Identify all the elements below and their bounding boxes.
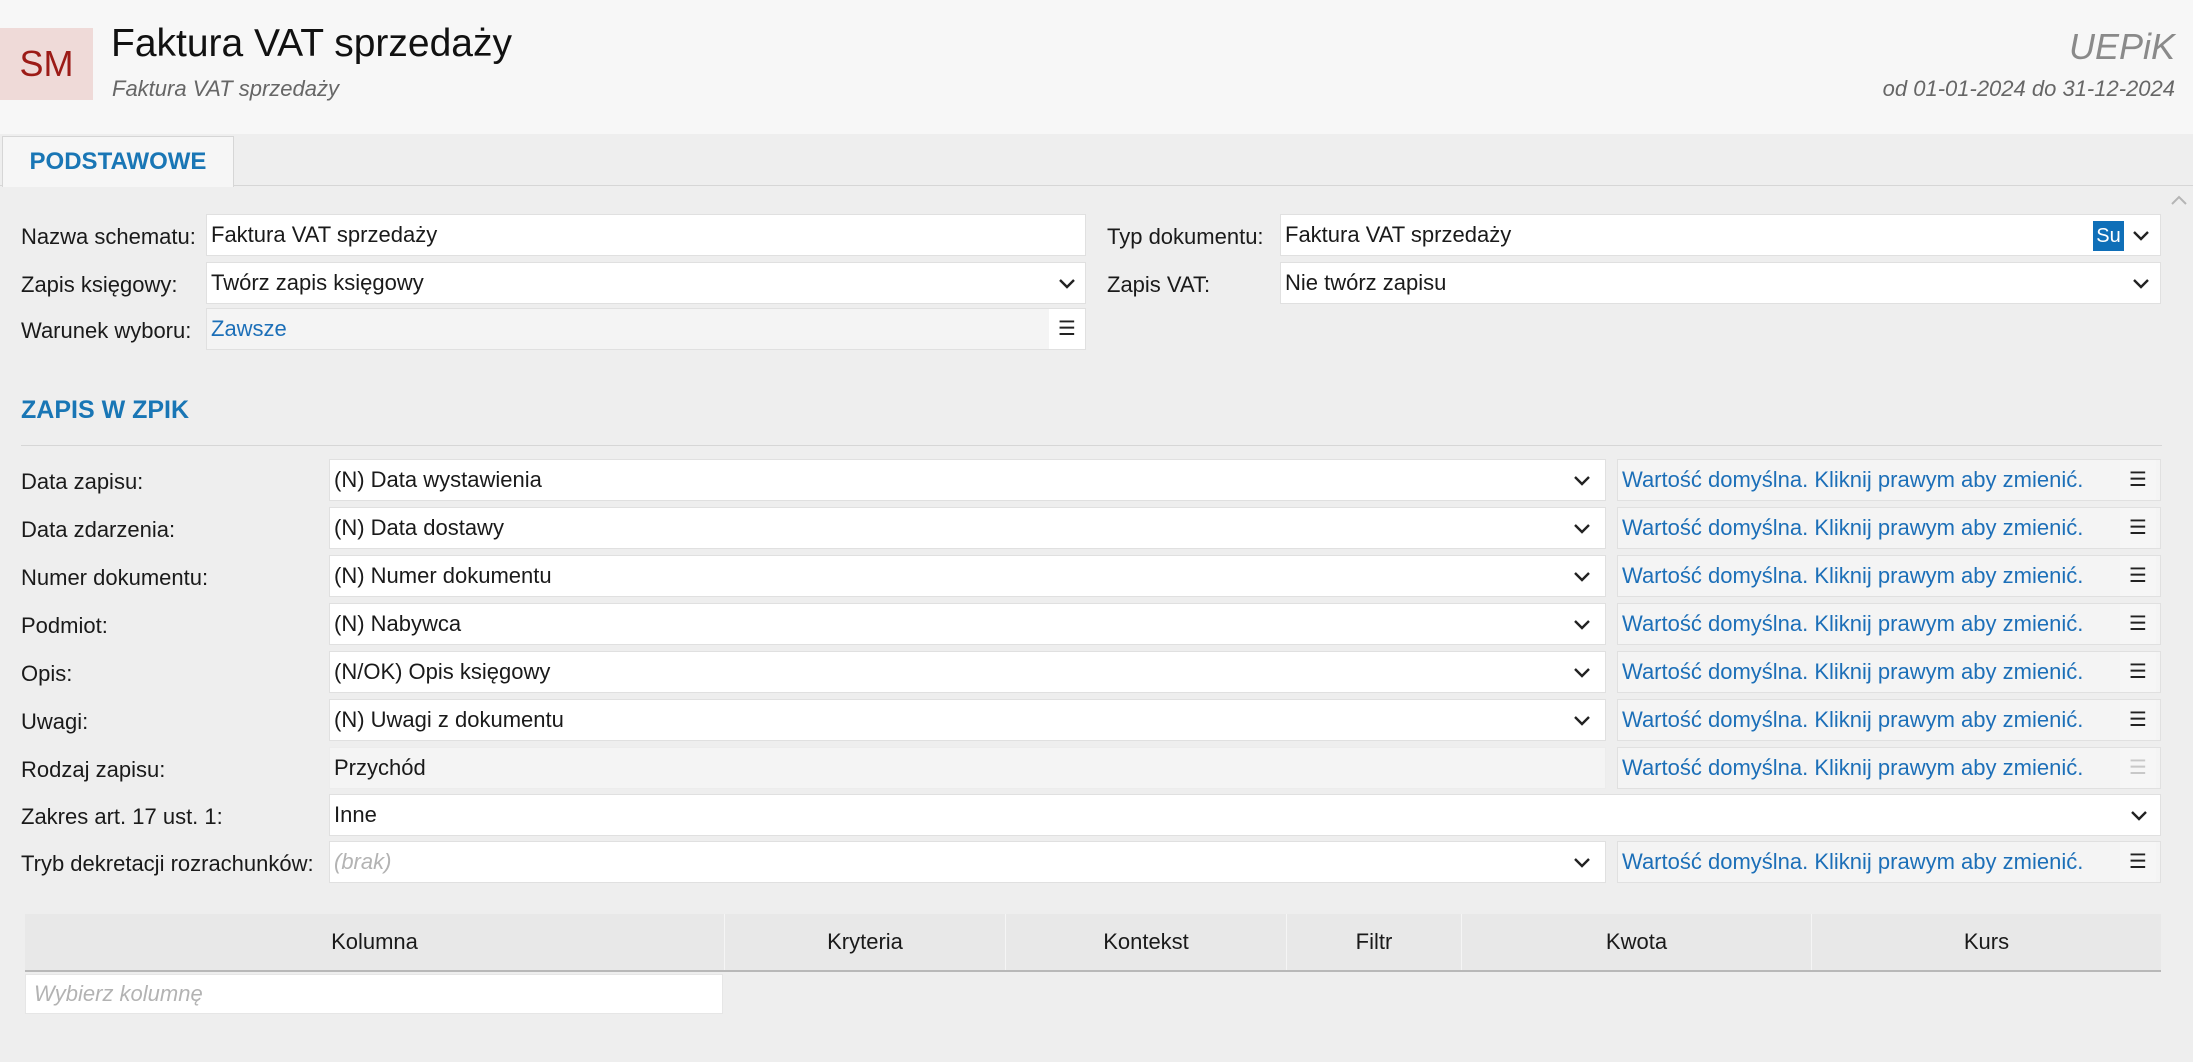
row-value: (N) Nabywca bbox=[334, 611, 462, 636]
row-value: (N) Numer dokumentu bbox=[334, 563, 552, 588]
menu-icon[interactable]: ☰ bbox=[2120, 556, 2156, 596]
hint-text[interactable]: Wartość domyślna. Kliknij prawym aby zmi… bbox=[1622, 611, 2083, 636]
select-column-input[interactable]: Wybierz kolumnę bbox=[25, 974, 723, 1014]
menu-icon[interactable]: ☰ bbox=[2120, 460, 2156, 500]
column-header-kryteria[interactable]: Kryteria bbox=[725, 914, 1006, 970]
section-title: ZAPIS W ZPIK bbox=[21, 396, 190, 424]
warunek-wyboru-field[interactable]: Zawsze ☰ bbox=[206, 308, 1086, 350]
row-value: (N) Data dostawy bbox=[334, 515, 504, 540]
row-label: Data zapisu: bbox=[21, 469, 144, 494]
tab-podstawowe[interactable]: PODSTAWOWE bbox=[2, 136, 234, 187]
warunek-wyboru-value[interactable]: Zawsze bbox=[211, 316, 287, 341]
default-value-hint[interactable]: Wartość domyślna. Kliknij prawym aby zmi… bbox=[1617, 555, 2161, 597]
nazwa-schematu-value: Faktura VAT sprzedaży bbox=[211, 222, 438, 247]
data-zapisu-select[interactable]: (N) Data wystawienia bbox=[329, 459, 1606, 501]
row-label: Opis: bbox=[21, 661, 73, 686]
chevron-down-icon[interactable] bbox=[2125, 795, 2153, 835]
default-value-hint[interactable]: Wartość domyślna. Kliknij prawym aby zmi… bbox=[1617, 841, 2161, 883]
hint-text[interactable]: Wartość domyślna. Kliknij prawym aby zmi… bbox=[1622, 563, 2083, 588]
row-label: Podmiot: bbox=[21, 613, 108, 638]
typ-dokumentu-select[interactable]: Faktura VAT sprzedaży Su bbox=[1280, 214, 2161, 256]
menu-icon[interactable]: ☰ bbox=[2120, 652, 2156, 692]
menu-icon[interactable]: ☰ bbox=[2120, 508, 2156, 548]
chevron-down-icon[interactable] bbox=[1568, 556, 1596, 596]
tab-bar: PODSTAWOWE bbox=[0, 134, 2193, 187]
data-zdarzenia-select[interactable]: (N) Data dostawy bbox=[329, 507, 1606, 549]
su-button[interactable]: Su bbox=[2093, 221, 2124, 251]
column-header-kwota[interactable]: Kwota bbox=[1462, 914, 1812, 970]
hint-text[interactable]: Wartość domyślna. Kliknij prawym aby zmi… bbox=[1622, 515, 2083, 540]
nazwa-schematu-label: Nazwa schematu: bbox=[21, 224, 196, 249]
tryb-dekretacji-select[interactable]: (brak) bbox=[329, 841, 1606, 883]
zakres-art17-select[interactable]: Inne bbox=[329, 794, 2161, 836]
row-value: (N/OK) Opis księgowy bbox=[334, 659, 551, 684]
scroll-up-icon[interactable] bbox=[2169, 192, 2189, 208]
menu-icon[interactable]: ☰ bbox=[1049, 309, 1085, 349]
zapis-vat-select[interactable]: Nie twórz zapisu bbox=[1280, 262, 2161, 304]
page-title: Faktura VAT sprzedaży bbox=[111, 22, 512, 65]
typ-dokumentu-label: Typ dokumentu: bbox=[1107, 224, 1264, 249]
zapis-ksiegowy-value: Twórz zapis księgowy bbox=[211, 270, 424, 295]
default-value-hint[interactable]: Wartość domyślna. Kliknij prawym aby zmi… bbox=[1617, 459, 2161, 501]
chevron-down-icon[interactable] bbox=[1568, 604, 1596, 644]
row-label: Zakres art. 17 ust. 1: bbox=[21, 804, 223, 829]
chevron-down-icon[interactable] bbox=[2127, 263, 2155, 303]
chevron-down-icon[interactable] bbox=[1568, 652, 1596, 692]
row-label: Data zdarzenia: bbox=[21, 517, 176, 542]
table-header: Kolumna Kryteria Kontekst Filtr Kwota Ku… bbox=[25, 914, 2161, 972]
column-header-kontekst[interactable]: Kontekst bbox=[1006, 914, 1287, 970]
typ-dokumentu-value: Faktura VAT sprzedaży bbox=[1285, 222, 1512, 247]
column-header-kurs[interactable]: Kurs bbox=[1812, 914, 2161, 970]
zapis-ksiegowy-label: Zapis księgowy: bbox=[21, 272, 178, 297]
row-value: Inne bbox=[334, 802, 377, 827]
section-divider bbox=[21, 445, 2162, 446]
default-value-hint[interactable]: Wartość domyślna. Kliknij prawym aby zmi… bbox=[1617, 699, 2161, 741]
chevron-down-icon[interactable] bbox=[1568, 700, 1596, 740]
row-value: Przychód bbox=[334, 755, 426, 780]
hint-text: Wartość domyślna. Kliknij prawym aby zmi… bbox=[1622, 755, 2084, 780]
nazwa-schematu-input[interactable]: Faktura VAT sprzedaży bbox=[206, 214, 1086, 256]
zapis-ksiegowy-select[interactable]: Twórz zapis księgowy bbox=[206, 262, 1086, 304]
menu-icon: ☰ bbox=[2120, 748, 2156, 788]
uwagi-select[interactable]: (N) Uwagi z dokumentu bbox=[329, 699, 1606, 741]
menu-icon[interactable]: ☰ bbox=[2120, 700, 2156, 740]
chevron-down-icon[interactable] bbox=[1568, 508, 1596, 548]
warunek-wyboru-label: Warunek wyboru: bbox=[21, 318, 192, 343]
page-subtitle: Faktura VAT sprzedaży bbox=[112, 76, 340, 101]
podmiot-select[interactable]: (N) Nabywca bbox=[329, 603, 1606, 645]
default-value-hint[interactable]: Wartość domyślna. Kliknij prawym aby zmi… bbox=[1617, 603, 2161, 645]
menu-icon[interactable]: ☰ bbox=[2120, 604, 2156, 644]
row-label: Tryb dekretacji rozrachunków: bbox=[21, 851, 314, 876]
row-label: Uwagi: bbox=[21, 709, 89, 734]
chevron-down-icon[interactable] bbox=[1053, 263, 1081, 303]
row-value: (brak) bbox=[334, 849, 392, 874]
default-value-hint[interactable]: Wartość domyślna. Kliknij prawym aby zmi… bbox=[1617, 507, 2161, 549]
column-header-kolumna[interactable]: Kolumna bbox=[25, 914, 725, 970]
avatar: SM bbox=[0, 28, 93, 100]
company-name: UEPiK bbox=[2068, 26, 2175, 67]
chevron-down-icon[interactable] bbox=[1568, 842, 1596, 882]
hint-text[interactable]: Wartość domyślna. Kliknij prawym aby zmi… bbox=[1622, 467, 2083, 492]
opis-select[interactable]: (N/OK) Opis księgowy bbox=[329, 651, 1606, 693]
hint-text[interactable]: Wartość domyślna. Kliknij prawym aby zmi… bbox=[1622, 707, 2083, 732]
default-value-hint: Wartość domyślna. Kliknij prawym aby zmi… bbox=[1617, 747, 2161, 789]
zapis-vat-value: Nie twórz zapisu bbox=[1285, 270, 1447, 295]
hint-text[interactable]: Wartość domyślna. Kliknij prawym aby zmi… bbox=[1622, 849, 2083, 874]
row-value: (N) Uwagi z dokumentu bbox=[334, 707, 564, 732]
row-label: Rodzaj zapisu: bbox=[21, 757, 166, 782]
hint-text[interactable]: Wartość domyślna. Kliknij prawym aby zmi… bbox=[1622, 659, 2083, 684]
default-value-hint[interactable]: Wartość domyślna. Kliknij prawym aby zmi… bbox=[1617, 651, 2161, 693]
chevron-down-icon[interactable] bbox=[2127, 215, 2155, 255]
rodzaj-zapisu-field: Przychód bbox=[329, 747, 1606, 789]
zapis-vat-label: Zapis VAT: bbox=[1107, 272, 1211, 297]
numer-dokumentu-select[interactable]: (N) Numer dokumentu bbox=[329, 555, 1606, 597]
column-header-filtr[interactable]: Filtr bbox=[1287, 914, 1462, 970]
menu-icon[interactable]: ☰ bbox=[2120, 842, 2156, 882]
header: SM Faktura VAT sprzedaży Faktura VAT spr… bbox=[0, 0, 2193, 134]
period-range: od 01-01-2024 do 31-12-2024 bbox=[1882, 76, 2175, 101]
row-label: Numer dokumentu: bbox=[21, 565, 209, 590]
row-value: (N) Data wystawienia bbox=[334, 467, 542, 492]
chevron-down-icon[interactable] bbox=[1568, 460, 1596, 500]
